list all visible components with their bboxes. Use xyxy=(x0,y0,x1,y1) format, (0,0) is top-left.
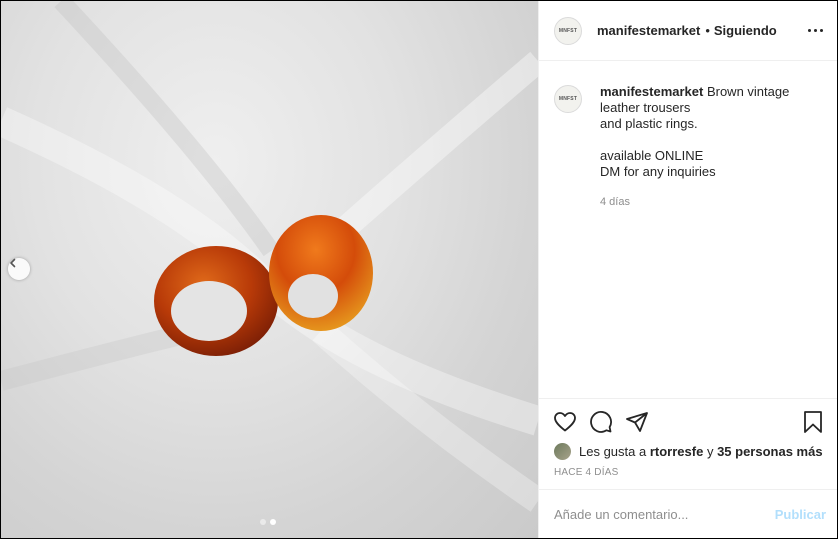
post-modal: MNFST manifestemarket • Siguiendo MNFST … xyxy=(1,1,837,538)
liker-username[interactable]: rtorresfe xyxy=(650,444,703,459)
likes-and: y xyxy=(706,444,714,459)
separator-dot: • xyxy=(705,23,710,38)
post-sidebar: MNFST manifestemarket • Siguiendo MNFST … xyxy=(538,1,837,538)
heart-icon xyxy=(554,412,576,432)
liker-avatar[interactable] xyxy=(554,443,571,460)
publish-button[interactable]: Publicar xyxy=(775,507,826,522)
carousel-dot-active xyxy=(270,519,276,525)
likes-prefix: Les gusta a xyxy=(579,444,647,459)
caption-timestamp[interactable]: 4 días xyxy=(600,194,789,210)
more-options-icon[interactable] xyxy=(808,25,823,36)
caption-avatar[interactable]: MNFST xyxy=(554,85,582,113)
caption-line xyxy=(600,132,789,148)
caption-text: manifestemarket Brown vintage leather tr… xyxy=(600,84,789,210)
likes-others-link[interactable]: 35 personas más xyxy=(717,444,823,459)
save-button[interactable] xyxy=(801,410,825,434)
following-button[interactable]: Siguiendo xyxy=(714,23,777,38)
caption-line: leather trousers xyxy=(600,100,691,115)
comment-icon xyxy=(590,411,612,433)
post-date[interactable]: HACE 4 DÍAS xyxy=(539,467,837,478)
caption: MNFST manifestemarket Brown vintage leat… xyxy=(554,84,829,210)
prev-image-button[interactable] xyxy=(8,258,30,280)
bookmark-icon xyxy=(804,411,822,433)
comment-input[interactable]: Añade un comentario... xyxy=(554,507,688,522)
like-button[interactable] xyxy=(553,410,577,434)
share-button[interactable] xyxy=(625,410,649,434)
action-bar: Les gusta a rtorresfe y 35 personas más … xyxy=(539,398,837,478)
caption-line: DM for any inquiries xyxy=(600,164,716,179)
chevron-left-icon xyxy=(10,258,16,268)
rings-photo xyxy=(1,1,538,512)
post-media[interactable] xyxy=(1,1,538,538)
post-header: MNFST manifestemarket • Siguiendo xyxy=(539,1,837,61)
carousel-dot xyxy=(260,519,266,525)
avatar[interactable]: MNFST xyxy=(554,16,582,45)
caption-first-line: manifestemarket Brown vintage xyxy=(600,84,789,100)
caption-username[interactable]: manifestemarket xyxy=(600,84,703,99)
comment-box: Añade un comentario... Publicar xyxy=(539,489,837,538)
share-icon xyxy=(626,412,648,432)
likes-summary: Les gusta a rtorresfe y 35 personas más xyxy=(539,443,837,460)
comment-button[interactable] xyxy=(589,410,613,434)
caption-line: and plastic rings. xyxy=(600,116,698,131)
caption-line: Brown vintage xyxy=(706,84,790,99)
carousel-dots xyxy=(260,519,276,525)
username-link[interactable]: manifestemarket xyxy=(597,23,700,38)
caption-line: available ONLINE xyxy=(600,148,704,163)
